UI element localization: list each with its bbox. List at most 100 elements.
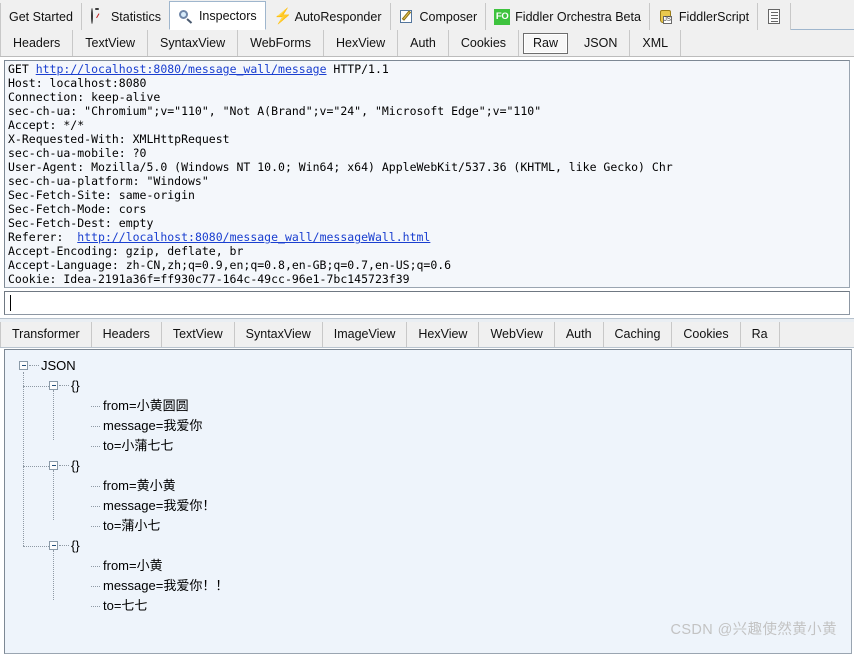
request-header-line: sec-ch-ua: "Chromium";v="110", "Not A(Br… (8, 104, 542, 118)
tree-connector (91, 606, 100, 608)
request-header-line: Sec-Fetch-Dest: empty (8, 216, 154, 230)
request-body-input[interactable] (4, 291, 850, 315)
response-tab-transformer[interactable]: Transformer (0, 322, 92, 347)
request-header-line: Accept-Language: zh-CN,zh;q=0.9,en;q=0.8… (8, 258, 452, 272)
tree-node-field[interactable]: message=我爱你！！ (5, 576, 851, 596)
tree-node-field[interactable]: from=小黄 (5, 556, 851, 576)
request-header-line: Referer: http://localhost:8080/message_w… (8, 230, 431, 244)
watermark: CSDN @兴趣使然黄小黄 (670, 622, 837, 638)
main-tab-label: Inspectors (198, 8, 257, 23)
main-tab-inspectors[interactable]: Inspectors (168, 1, 266, 30)
tree-node-label: {} (71, 538, 80, 553)
response-tab-strip: Transformer Headers TextView SyntaxView … (0, 322, 854, 348)
request-tab-xml[interactable]: XML (630, 30, 682, 56)
main-tab-autoresponder[interactable]: ⚡ AutoResponder (265, 3, 391, 30)
response-tab-imageview[interactable]: ImageView (323, 322, 408, 347)
tree-field-label: message=我爱你 (103, 418, 203, 433)
tree-collapse-icon[interactable] (49, 461, 58, 470)
tree-collapse-icon[interactable] (49, 381, 58, 390)
clock-icon (90, 7, 106, 25)
tree-node-root[interactable]: JSON (5, 356, 851, 376)
request-tab-cookies[interactable]: Cookies (449, 30, 520, 56)
response-tab-auth[interactable]: Auth (555, 322, 604, 347)
request-header-line: Accept-Encoding: gzip, deflate, br (8, 244, 244, 258)
tree-node-field[interactable]: to=小蒲七七 (5, 436, 851, 456)
request-tab-auth[interactable]: Auth (398, 30, 449, 56)
response-tab-hexview[interactable]: HexView (407, 322, 480, 347)
main-tab-log[interactable] (758, 3, 792, 30)
compose-icon (399, 9, 415, 25)
request-tab-raw[interactable]: Raw (523, 32, 569, 54)
tree-connector (53, 550, 55, 600)
request-url-link[interactable]: http://localhost:8080/message_wall/messa… (36, 62, 327, 76)
tree-node-field[interactable]: to=蒲小七 (5, 516, 851, 536)
main-tab-label: Statistics (110, 9, 161, 24)
main-tab-label: Composer (419, 9, 478, 24)
tree-node-object[interactable]: {} (5, 456, 851, 476)
request-tab-syntaxview[interactable]: SyntaxView (148, 30, 239, 56)
request-raw-view[interactable]: GET http://localhost:8080/message_wall/m… (4, 60, 850, 288)
tree-node-label: {} (71, 458, 80, 473)
main-tab-get-started[interactable]: Get Started (0, 3, 82, 30)
magnifier-icon (178, 8, 194, 24)
request-tab-headers[interactable]: Headers (0, 30, 74, 56)
response-tab-caching[interactable]: Caching (604, 322, 673, 347)
request-header-line: User-Agent: Mozilla/5.0 (Windows NT 10.0… (8, 160, 673, 174)
tree-connector (91, 566, 100, 568)
request-header-line: Host: localhost:8080 (8, 76, 147, 90)
tree-connector (23, 466, 49, 468)
json-tree-panel[interactable]: JSON {} from=小黄圆圆 message=我爱你 to=小蒲七七 {} from=… (4, 349, 852, 654)
request-header-line: sec-ch-ua-mobile: ?0 (8, 146, 147, 160)
tree-connector (91, 406, 100, 408)
request-tab-webforms[interactable]: WebForms (238, 30, 325, 56)
tree-field-label: to=七七 (103, 598, 148, 613)
request-header-line: Sec-Fetch-Mode: cors (8, 202, 147, 216)
tree-collapse-icon[interactable] (49, 541, 58, 550)
tree-node-object[interactable]: {} (5, 536, 851, 556)
request-url-link[interactable]: http://localhost:8080/message_wall/messa… (77, 230, 430, 244)
response-tab-raw[interactable]: Ra (741, 322, 780, 347)
tree-connector (23, 386, 49, 388)
tree-connector (91, 526, 100, 528)
request-tab-strip: Headers TextView SyntaxView WebForms Hex… (0, 30, 854, 57)
main-tab-composer[interactable]: Composer (390, 3, 487, 30)
tree-connector (29, 365, 39, 367)
tree-connector (59, 385, 69, 387)
tree-field-label: message=我爱你！！ (103, 578, 229, 593)
tree-connector (53, 390, 55, 440)
main-tab-fiddler-orchestra-beta[interactable]: FO Fiddler Orchestra Beta (486, 3, 650, 30)
tree-node-label: {} (71, 378, 80, 393)
tree-node-field[interactable]: to=七七 (5, 596, 851, 616)
request-tab-hexview[interactable]: HexView (324, 30, 399, 56)
tree-connector (91, 446, 100, 448)
tree-node-field[interactable]: message=我爱你！ (5, 496, 851, 516)
request-tab-json[interactable]: JSON (572, 30, 631, 56)
request-header-line: Sec-Fetch-Site: same-origin (8, 188, 195, 202)
fiddlerscript-icon: JS (658, 9, 674, 25)
main-tab-label: Get Started (9, 9, 73, 24)
text-caret (10, 295, 11, 311)
request-header-line: sec-ch-ua-platform: "Windows" (8, 174, 209, 188)
fo-icon: FO (494, 8, 511, 25)
tree-field-label: from=小黄 (103, 558, 163, 573)
response-tab-cookies[interactable]: Cookies (672, 322, 741, 347)
response-tab-webview[interactable]: WebView (479, 322, 555, 347)
tree-node-object[interactable]: {} (5, 376, 851, 396)
tree-node-field[interactable]: message=我爱你 (5, 416, 851, 436)
response-tab-textview[interactable]: TextView (162, 322, 235, 347)
tree-node-field[interactable]: from=黄小黄 (5, 476, 851, 496)
json-tree: JSON {} from=小黄圆圆 message=我爱你 to=小蒲七七 {} from=… (5, 350, 851, 616)
request-header-line: Cookie: Idea-2191a36f=ff930c77-164c-49cc… (8, 272, 410, 286)
main-tab-fiddlerscript[interactable]: JS FiddlerScript (649, 3, 759, 30)
response-tab-syntaxview[interactable]: SyntaxView (235, 322, 323, 347)
request-raw-text[interactable]: GET http://localhost:8080/message_wall/m… (4, 60, 850, 288)
main-tab-label: Fiddler Orchestra Beta (515, 9, 641, 24)
main-tab-statistics[interactable]: Statistics (81, 3, 170, 30)
tree-connector (59, 465, 69, 467)
response-tab-headers[interactable]: Headers (92, 322, 162, 347)
tree-node-field[interactable]: from=小黄圆圆 (5, 396, 851, 416)
tree-connector (91, 426, 100, 428)
tree-collapse-icon[interactable] (19, 361, 28, 370)
tree-connector (91, 486, 100, 488)
request-tab-textview[interactable]: TextView (73, 30, 149, 56)
